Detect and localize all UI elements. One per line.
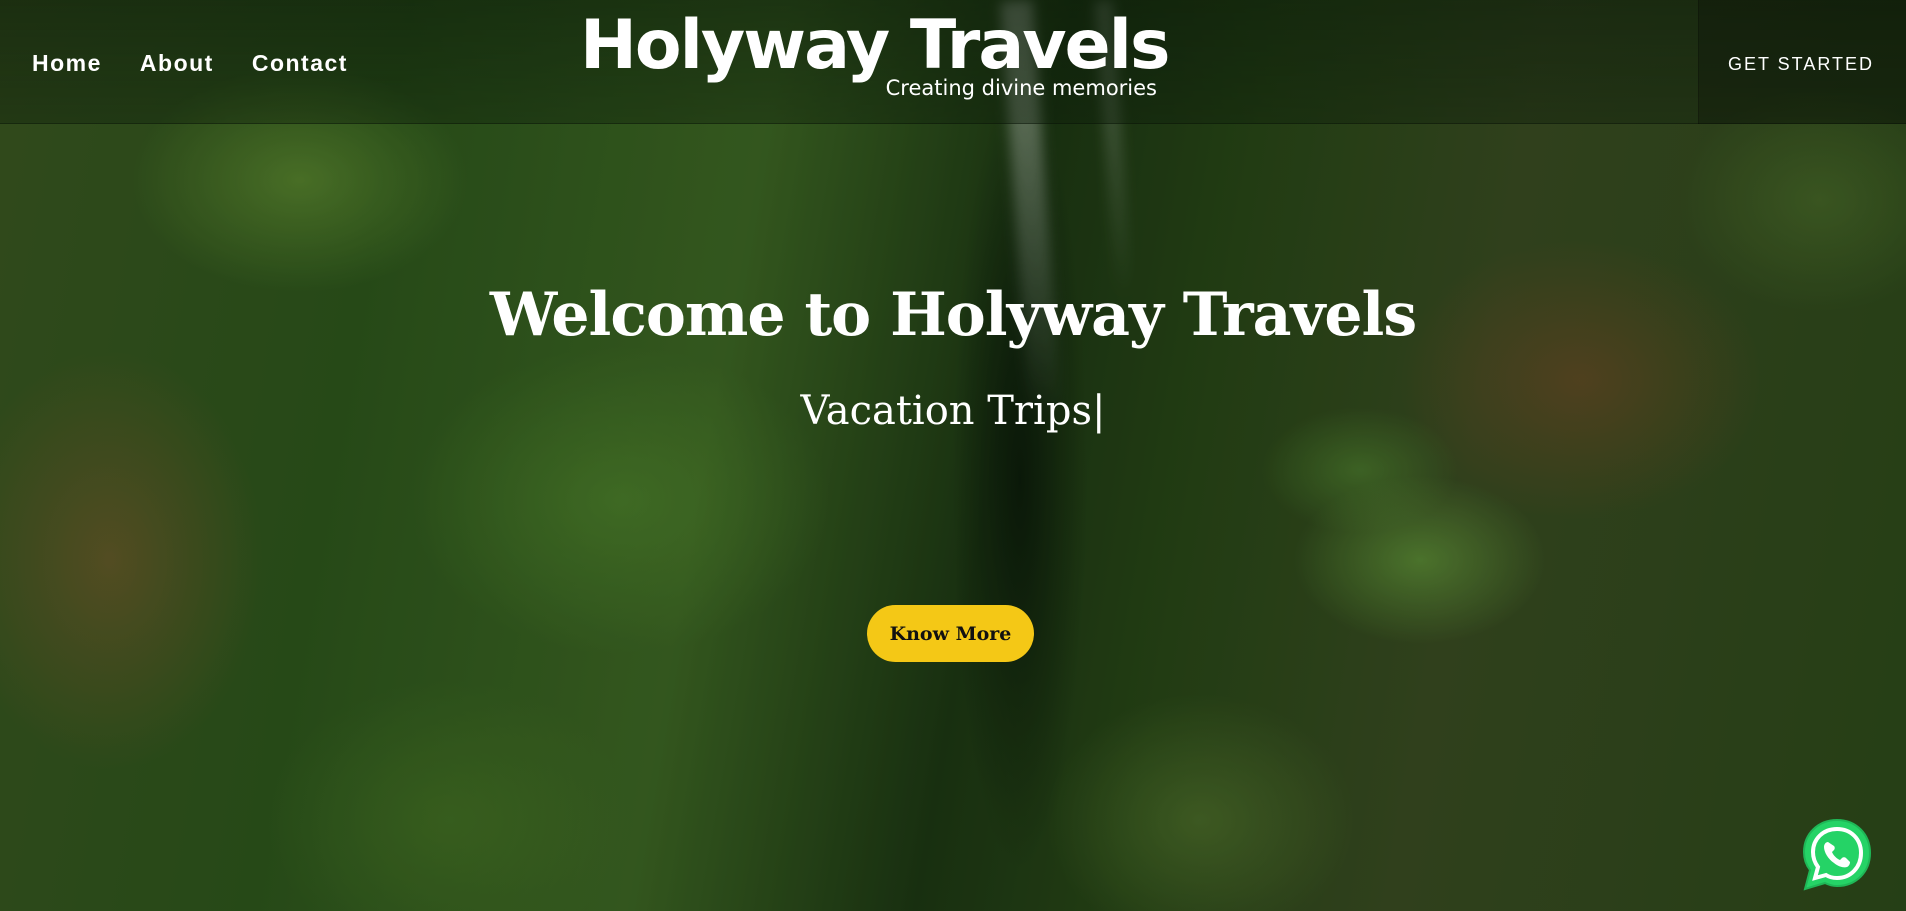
logo-tagline: Creating divine memories	[885, 76, 1157, 100]
site-header: Home About Contact Holyway Travels Creat…	[0, 0, 1906, 124]
site-logo[interactable]: Holyway Travels Creating divine memories	[580, 6, 1170, 106]
nav-contact-link[interactable]: Contact	[252, 50, 348, 77]
nav-about-link[interactable]: About	[140, 50, 214, 77]
main-nav: Home About Contact	[32, 50, 348, 77]
hero-overlay	[0, 0, 1906, 911]
logo-brand-name: Holyway Travels	[580, 6, 1170, 85]
hero-title: Welcome to Holyway Travels	[489, 280, 1417, 350]
hero-typed-subtitle: Vacation Trips|	[0, 388, 1906, 434]
know-more-button[interactable]: Know More	[867, 605, 1034, 662]
typed-text: Vacation Trips	[800, 388, 1092, 434]
get-started-button[interactable]: GET STARTED	[1728, 54, 1874, 75]
whatsapp-icon[interactable]	[1798, 815, 1876, 895]
typing-cursor: |	[1091, 388, 1106, 434]
nav-home-link[interactable]: Home	[32, 50, 102, 77]
